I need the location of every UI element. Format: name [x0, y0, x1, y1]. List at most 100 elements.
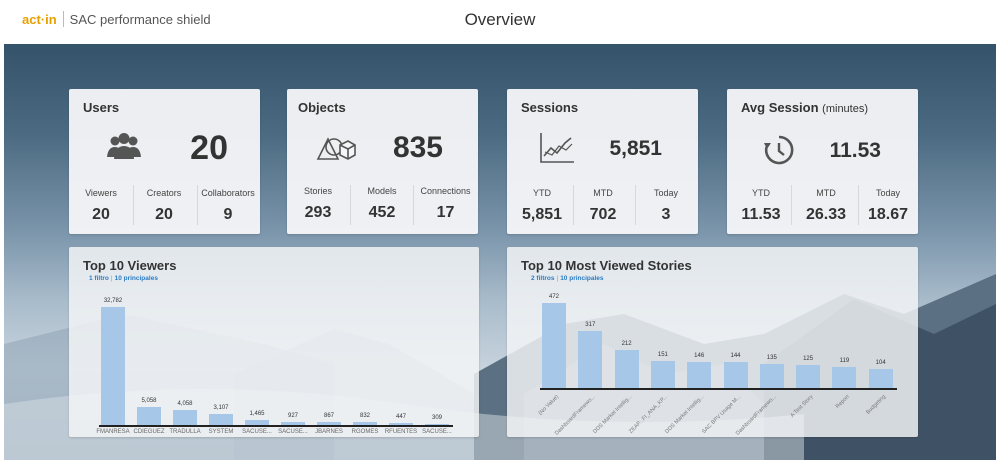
top-stories-card[interactable]: Top 10 Most Viewed Stories 2 filtros | 10 …	[507, 247, 918, 437]
stat-label: YTD	[533, 188, 551, 198]
stat-label: Models	[367, 186, 397, 196]
top-bar: act·in SAC performance shield Overview	[0, 0, 1000, 44]
x-axis-label: SACUSE...	[242, 429, 272, 435]
stat-value: 20	[155, 206, 173, 223]
stat-ytd: YTD 11.53	[735, 188, 787, 224]
users-card-title: Users	[83, 100, 120, 115]
stat-label: Creators	[146, 188, 182, 198]
bar-value-label: 135	[766, 354, 777, 361]
shapes-icon	[316, 137, 356, 160]
stat-label: Viewers	[85, 188, 117, 198]
stat-ytd: YTD 5,851	[513, 188, 571, 224]
chart-bar[interactable]	[614, 349, 639, 388]
top-stories-chart: 472 (No Value) 317 DashboardFramewo... 212 DD…	[507, 247, 918, 437]
x-axis-label: SACUSE...	[278, 429, 308, 435]
chart-baseline	[99, 425, 453, 427]
bar-value-label: 317	[585, 321, 596, 328]
stat-label: MTD	[816, 188, 836, 198]
bar-value-label: 5,058	[141, 397, 157, 404]
bar-value-label: 151	[657, 351, 668, 358]
x-axis-label: DashboardFramewo...	[735, 394, 779, 437]
users-total: 20	[190, 129, 228, 167]
divider	[197, 185, 198, 225]
objects-card[interactable]: Objects 835 Stories 293 Models 452 Conne…	[287, 89, 478, 234]
chart-bar[interactable]	[137, 406, 161, 425]
users-icon	[107, 133, 141, 159]
divider	[573, 185, 574, 225]
page-title: Overview	[464, 10, 536, 29]
x-axis-label: TRADULLA	[169, 429, 201, 435]
bar-value-label: 144	[730, 353, 741, 360]
stat-models: Models 452	[357, 186, 407, 222]
x-axis-label: Report	[834, 394, 851, 410]
avg-session-title: Avg Session	[741, 100, 819, 115]
x-axis-label: RGOMES	[351, 429, 379, 435]
top-viewers-card[interactable]: Top 10 Viewers 1 filtro | 10 principales 3…	[69, 247, 479, 437]
history-clock-icon	[764, 135, 794, 165]
bar-value-label: 309	[431, 414, 442, 421]
sessions-card[interactable]: Sessions 5,851 YTD 5,851 MTD 702 Today 3	[507, 89, 698, 234]
chart-bar[interactable]	[578, 330, 603, 388]
stat-value: 452	[368, 204, 396, 221]
bar-value-label: 1,465	[249, 410, 265, 417]
bar-value-label: 119	[839, 357, 850, 364]
divider	[350, 185, 351, 225]
stat-value: 26.33	[805, 206, 847, 223]
divider	[858, 185, 859, 225]
users-card[interactable]: Users 20 Viewers 20 Creators 20 Collabor…	[69, 89, 260, 234]
objects-card-title: Objects	[298, 100, 346, 115]
stat-value: 11.53	[741, 206, 781, 223]
x-axis-label: DDS Market Intellig...	[664, 394, 706, 435]
stat-value: 20	[92, 206, 110, 223]
chart-bar[interactable]	[687, 361, 712, 388]
line-chart-icon	[540, 133, 574, 163]
chart-bar[interactable]	[209, 413, 233, 425]
avg-session-card-title: Avg Session (minutes)	[741, 100, 868, 115]
avg-session-card[interactable]: Avg Session (minutes) 11.53 YTD 11.53 MT…	[727, 89, 918, 234]
chart-bar[interactable]	[542, 303, 566, 388]
stat-value: 17	[436, 204, 455, 221]
chart-bar[interactable]	[101, 307, 125, 425]
bar-value-label: 125	[803, 356, 814, 363]
sessions-total: 5,851	[609, 137, 662, 160]
stat-mtd: MTD 26.33	[797, 188, 855, 224]
chart-bar[interactable]	[796, 365, 821, 388]
x-axis-label: Budgeting	[865, 394, 887, 416]
avg-session-total: 11.53	[829, 139, 881, 162]
chart-baseline	[539, 388, 897, 390]
top-viewers-chart: 32,782 FMANRESA 5,058 CDIEGUEZ 4,058 TRADULLA…	[69, 247, 479, 437]
stat-value: 293	[304, 204, 332, 221]
bar-value-label: 927	[287, 412, 298, 419]
x-axis-label: FMANRESA	[96, 429, 130, 435]
chart-bar[interactable]	[173, 410, 197, 425]
stat-connections: Connections 17	[417, 186, 474, 222]
bar-value-label: 4,058	[177, 401, 193, 408]
stat-value: 9	[223, 206, 233, 223]
bar-value-label: 832	[359, 413, 370, 419]
stat-label: Connections	[420, 186, 471, 196]
stat-value: 5,851	[521, 206, 563, 223]
avg-session-unit: (minutes)	[822, 103, 869, 115]
stat-label: YTD	[752, 188, 770, 198]
chart-bar[interactable]	[868, 369, 893, 388]
chart-bar[interactable]	[759, 363, 784, 388]
divider	[635, 185, 636, 225]
x-axis-label: A Test Story	[789, 394, 815, 419]
bar-value-label: 3,107	[213, 404, 229, 411]
chart-bar[interactable]	[832, 366, 857, 388]
bar-value-label: 32,782	[103, 298, 123, 304]
stat-label: Stories	[303, 186, 332, 196]
bar-value-label: 447	[395, 414, 406, 421]
sessions-card-title: Sessions	[521, 100, 579, 115]
stat-stories: Stories 293	[293, 186, 343, 222]
x-axis-label: RFUENTES	[384, 429, 418, 435]
chart-bar[interactable]	[723, 362, 748, 388]
stat-today: Today 18.67	[861, 188, 915, 224]
chart-bar[interactable]	[650, 360, 675, 388]
x-axis-label: DashboardFramewo...	[553, 394, 597, 437]
stat-viewers: Viewers 20	[77, 188, 125, 224]
divider	[133, 185, 134, 225]
x-axis-label: SYSTEM	[208, 429, 234, 435]
stat-value: 18.67	[867, 206, 909, 223]
stat-value: 702	[589, 206, 617, 223]
